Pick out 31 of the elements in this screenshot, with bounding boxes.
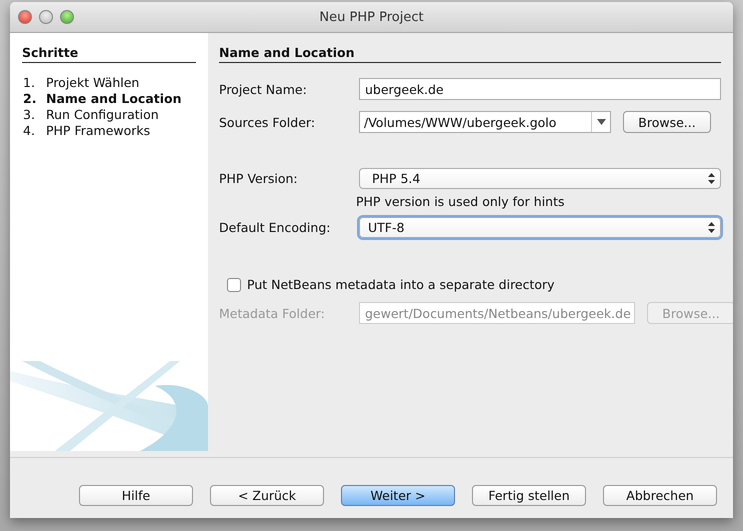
field-label: PHP Version: xyxy=(219,170,299,186)
browse-button[interactable]: Browse... xyxy=(623,111,711,133)
encoding-select[interactable]: UTF-8 xyxy=(359,216,721,238)
updown-arrows-icon xyxy=(708,222,715,232)
dialog-button[interactable]: Fertig stellen xyxy=(472,484,586,506)
dialog-button[interactable]: < Zurück xyxy=(210,484,324,506)
hint-text: PHP version is used only for hints xyxy=(356,194,566,209)
minimize-icon[interactable] xyxy=(39,10,53,24)
dropdown-arrow-icon xyxy=(596,119,606,125)
dialog-button[interactable]: Hilfe xyxy=(79,484,193,506)
project-name-field[interactable]: ubergeek.de xyxy=(359,78,721,100)
step-item: 1. Projekt Wählen xyxy=(23,75,140,91)
field-label: Sources Folder: xyxy=(219,114,316,130)
step-item: 3. Run Configuration xyxy=(23,107,160,123)
step-item: 2. Name and Location xyxy=(23,91,183,107)
window-title: Neu PHP Project xyxy=(319,10,424,24)
php-version-select[interactable]: PHP 5.4 xyxy=(359,168,721,188)
section-title: Name and Location xyxy=(219,45,721,63)
step-item: 4. PHP Frameworks xyxy=(23,123,152,139)
zoom-icon[interactable] xyxy=(60,10,74,24)
close-icon[interactable] xyxy=(18,10,32,24)
field-label: Default Encoding: xyxy=(219,220,332,234)
field-label: Project Name: xyxy=(219,82,308,96)
field-label: Metadata Folder: xyxy=(219,306,326,320)
updown-arrows-icon xyxy=(708,172,715,184)
sources-folder-combo[interactable]: /Volumes/WWW/ubergeek.golo xyxy=(359,111,611,133)
sidebar-title: Schritte xyxy=(22,45,196,63)
dialog-button[interactable]: Weiter > xyxy=(341,484,455,506)
checkbox-label: Put NetBeans metadata into a separate directory xyxy=(247,277,555,292)
dialog-button[interactable]: Abbrechen xyxy=(603,484,717,506)
checkbox[interactable] xyxy=(227,278,241,292)
